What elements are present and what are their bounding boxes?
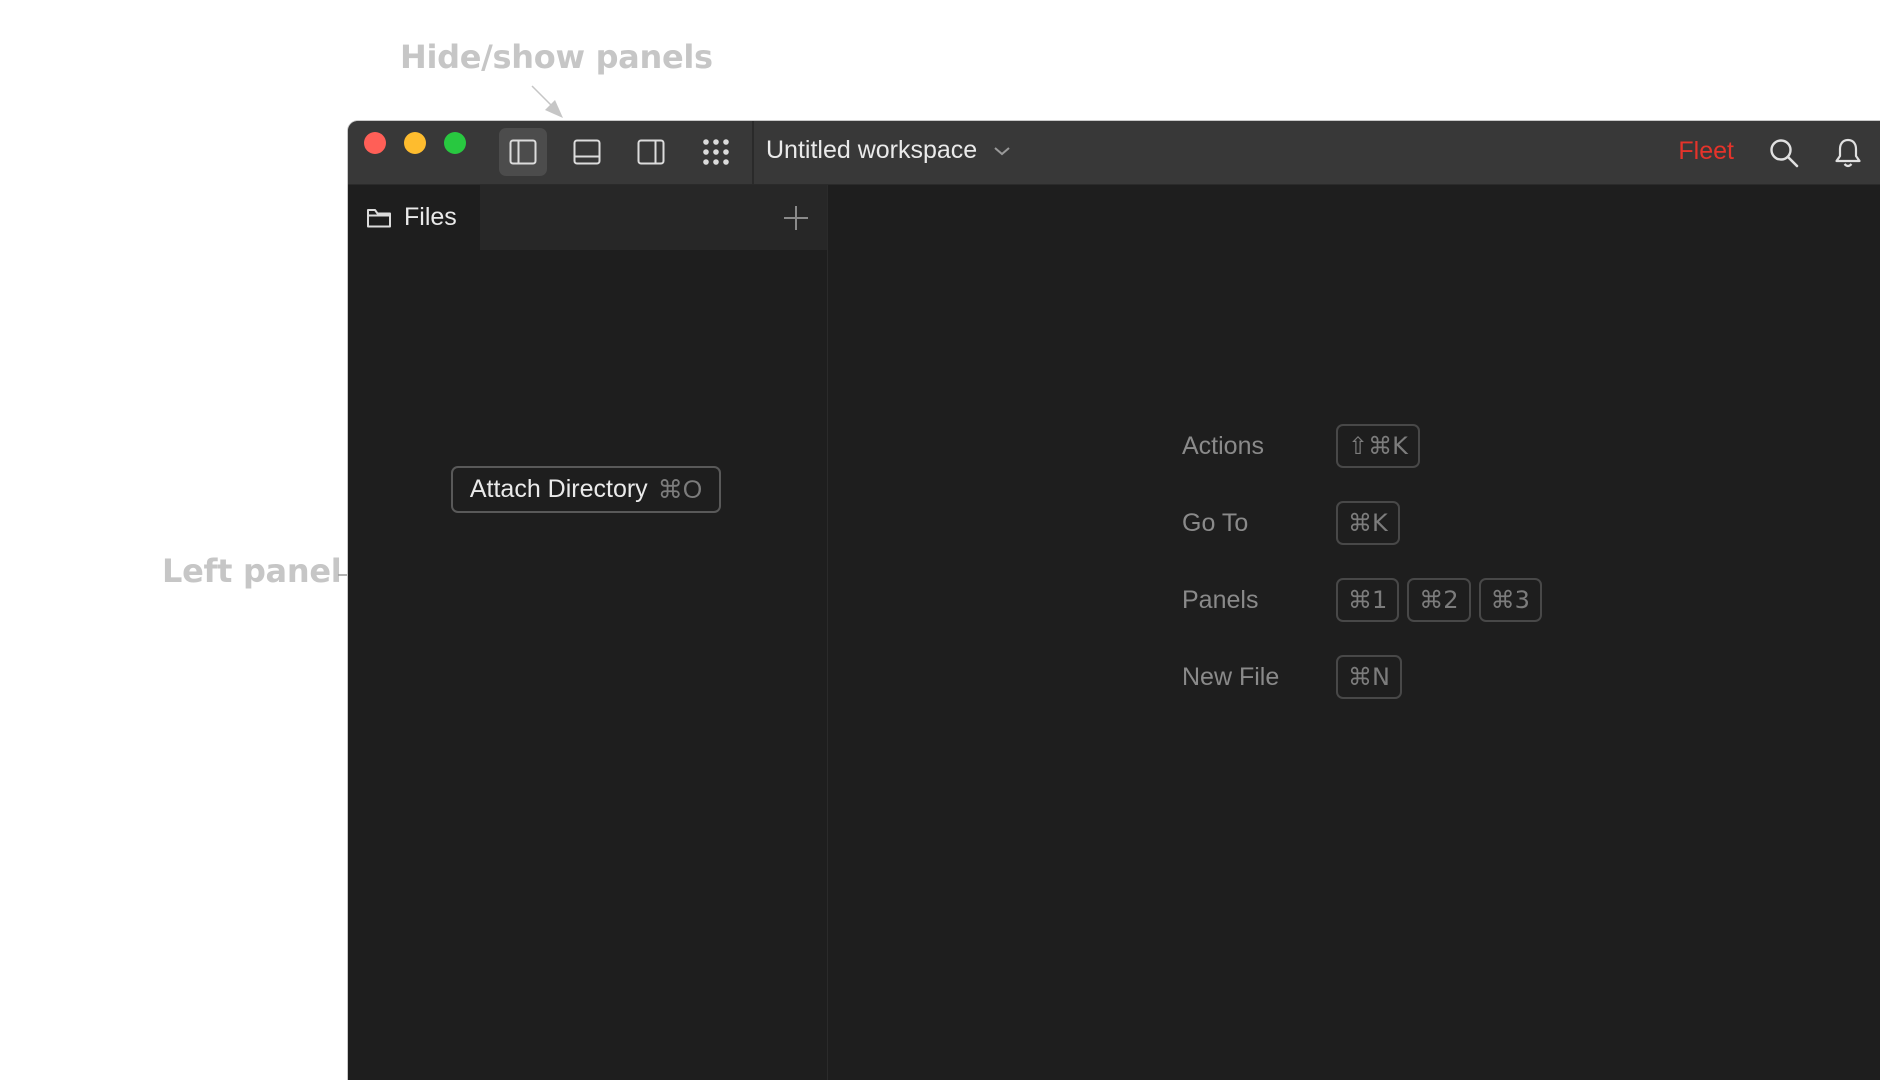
apps-menu-button[interactable] — [692, 128, 740, 176]
notifications-button[interactable] — [1832, 137, 1864, 169]
shortcut-label: Panels — [1182, 586, 1336, 615]
tab-files[interactable]: Files — [348, 185, 480, 250]
shortcut-label: Go To — [1182, 509, 1336, 538]
add-tab-button[interactable] — [781, 203, 811, 233]
shortcut-key: ⌘3 — [1479, 578, 1542, 622]
search-icon — [1768, 137, 1800, 169]
shortcut-row-go-to: Go To ⌘K — [1182, 500, 1550, 546]
annotation-left-panel: Left panel — [162, 552, 341, 590]
plus-icon — [781, 203, 811, 233]
annotation-hide-show-panels: Hide/show panels — [400, 38, 713, 76]
attach-directory-button[interactable]: Attach Directory ⌘O — [451, 466, 721, 513]
search-button[interactable] — [1768, 137, 1800, 169]
shortcut-key: ⌘1 — [1336, 578, 1399, 622]
close-window-button[interactable] — [364, 132, 386, 154]
toggle-right-panel-button[interactable] — [627, 128, 675, 176]
main-editor-area: Actions ⇧⌘K Go To ⌘K Panels ⌘1 ⌘2 ⌘3 New… — [828, 185, 1880, 1080]
zoom-window-button[interactable] — [444, 132, 466, 154]
toggle-left-panel-button[interactable] — [499, 128, 547, 176]
workspace-name: Untitled workspace — [766, 136, 977, 165]
attach-directory-shortcut: ⌘O — [658, 475, 702, 505]
apps-grid-icon — [701, 137, 731, 167]
chevron-down-icon — [993, 145, 1011, 157]
app-window: Untitled workspace Fleet — [348, 121, 1880, 1080]
bottom-panel-toggle-icon — [572, 137, 602, 167]
workspace-selector[interactable]: Untitled workspace — [766, 136, 1011, 165]
brand-label[interactable]: Fleet — [1678, 137, 1734, 166]
tab-files-label: Files — [404, 203, 457, 232]
shortcut-key: ⌘N — [1336, 655, 1402, 699]
left-panel-tabstrip: Files — [348, 185, 827, 250]
left-panel: Files Attach Directory ⌘O — [348, 185, 828, 1080]
shortcut-key: ⌘2 — [1407, 578, 1470, 622]
folder-icon — [366, 207, 392, 229]
shortcut-label: Actions — [1182, 432, 1336, 461]
shortcut-row-new-file: New File ⌘N — [1182, 654, 1550, 700]
shortcut-row-actions: Actions ⇧⌘K — [1182, 423, 1550, 469]
right-panel-toggle-icon — [636, 137, 666, 167]
shortcut-row-panels: Panels ⌘1 ⌘2 ⌘3 — [1182, 577, 1550, 623]
shortcut-label: New File — [1182, 663, 1336, 692]
shortcut-hints: Actions ⇧⌘K Go To ⌘K Panels ⌘1 ⌘2 ⌘3 New… — [1182, 423, 1550, 731]
shortcut-key: ⇧⌘K — [1336, 424, 1420, 468]
toggle-bottom-panel-button[interactable] — [563, 128, 611, 176]
attach-directory-label: Attach Directory — [470, 475, 648, 504]
left-panel-toggle-icon — [508, 137, 538, 167]
title-bar-divider — [752, 121, 754, 184]
shortcut-key: ⌘K — [1336, 501, 1400, 545]
minimize-window-button[interactable] — [404, 132, 426, 154]
title-bar: Untitled workspace Fleet — [348, 121, 1880, 185]
bell-icon — [1832, 137, 1864, 169]
